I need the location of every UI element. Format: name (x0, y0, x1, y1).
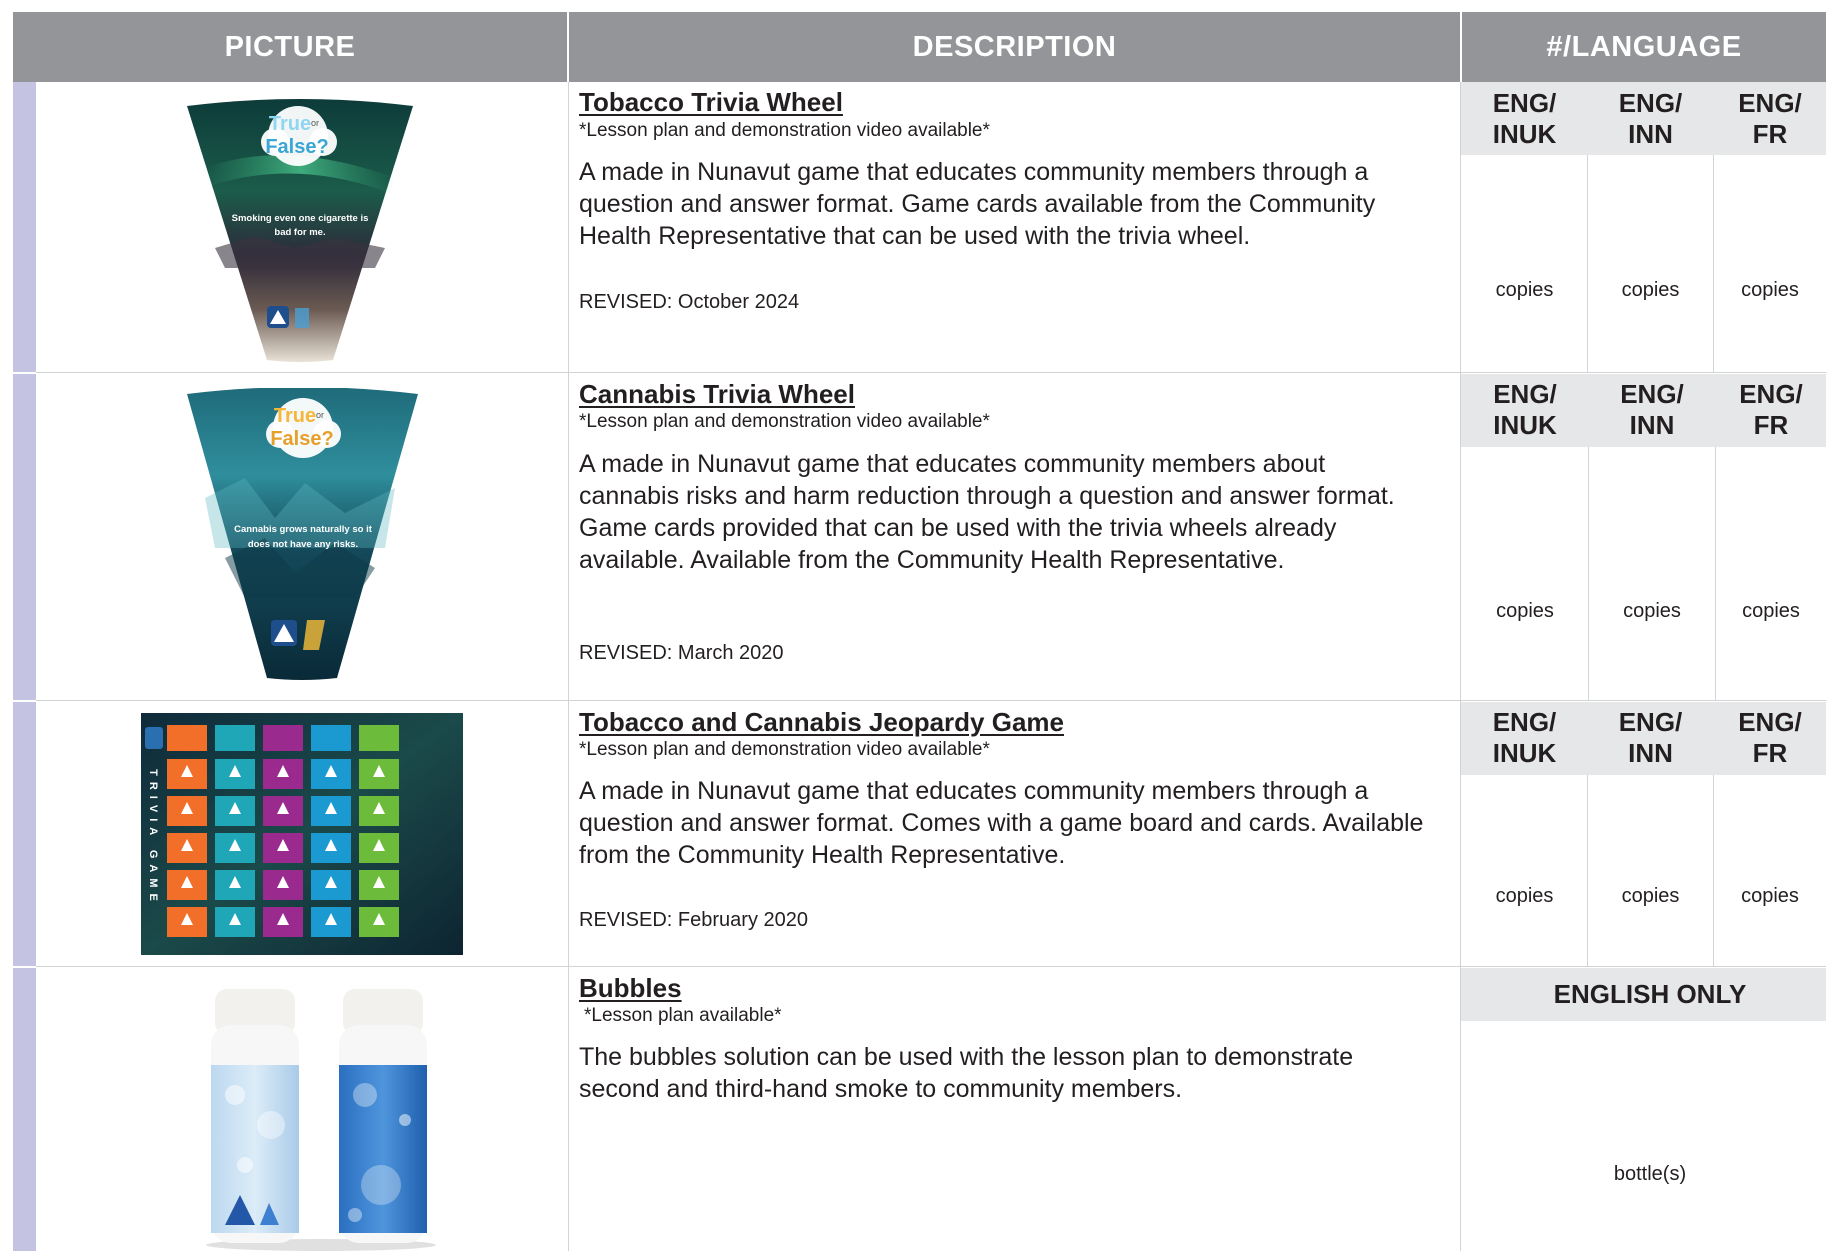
wheel-or-text: or (316, 410, 324, 420)
language-eng-fr: ENG/FR (1738, 707, 1802, 768)
row-title: Cannabis Trivia Wheel (579, 379, 855, 409)
copies-label: copies (1495, 885, 1554, 907)
header-description: DESCRIPTION (569, 12, 1460, 82)
language-eng-inuk: ENG/INUK (1493, 379, 1557, 440)
language-eng-inn: ENG/INN (1618, 88, 1683, 149)
row-title: Bubbles (579, 973, 682, 1003)
wheel-false-text: False? (270, 428, 333, 450)
language-eng-fr: ENG/FR (1739, 379, 1803, 440)
bottles-label: bottle(s) (1613, 1163, 1687, 1185)
copies-label: copies (1621, 885, 1680, 907)
copies-label: copies (1741, 885, 1799, 907)
row-description: A made in Nunavut game that educates com… (579, 450, 1395, 574)
row-divider (36, 700, 1826, 701)
cannabis-trivia-wheel-image: True or False? Cannabis grows naturally … (185, 387, 420, 682)
board-category-tile (167, 725, 207, 751)
language-eng-fr: ENG/FR (1738, 88, 1802, 149)
copies-label: copies (1741, 279, 1799, 301)
row-revised: REVISED: February 2020 (579, 909, 808, 931)
row-note: *Lesson plan and demonstration video ava… (579, 411, 990, 432)
row-description: A made in Nunavut game that educates com… (579, 777, 1424, 869)
board-side-text: TRIVIA GAME (147, 769, 159, 907)
row-divider (36, 372, 1826, 373)
bubbles-bottles-image (205, 985, 437, 1251)
copies-label: copies (1495, 279, 1554, 301)
header-language: #/LANGUAGE (1462, 12, 1826, 82)
jeopardy-board-image: TRIVIA GAME (141, 713, 463, 955)
copies-label: copies (1496, 600, 1554, 622)
language-eng-inn: ENG/INN (1618, 707, 1683, 768)
copies-label: copies (1623, 600, 1681, 622)
row-title: Tobacco and Cannabis Jeopardy Game (579, 707, 1064, 737)
copies-label: copies (1621, 279, 1680, 301)
language-eng-inuk: ENG/INUK (1492, 707, 1557, 768)
row-revised: REVISED: March 2020 (579, 642, 784, 664)
row-strip (13, 702, 36, 966)
row-divider (36, 966, 1826, 967)
row-note: *Lesson plan and demonstration video ava… (579, 739, 990, 760)
language-eng-inn: ENG/INN (1620, 379, 1684, 440)
wheel-true-text: True (269, 113, 311, 135)
row-note: *Lesson plan available* (584, 1005, 782, 1026)
row-revised: REVISED: October 2024 (579, 291, 800, 313)
board-category-tile (359, 725, 399, 751)
wheel-true-text: True (274, 405, 316, 427)
language-eng-inuk: ENG/INUK (1492, 88, 1557, 149)
language-english-only: ENGLISH ONLY (1553, 979, 1747, 1009)
row-strip (13, 968, 36, 1251)
row-strip (13, 374, 36, 700)
row-description: A made in Nunavut game that educates com… (579, 158, 1376, 250)
wheel-caption: Smoking even one cigarette is bad for me… (231, 213, 369, 238)
column-divider (568, 82, 569, 1251)
copies-label: copies (1742, 600, 1800, 622)
row-note: *Lesson plan and demonstration video ava… (579, 120, 990, 141)
row-strip (13, 82, 36, 372)
tobacco-trivia-wheel-image: True or False? Smoking even one cigarett… (185, 98, 415, 366)
row-description: The bubbles solution can be used with th… (579, 1043, 1354, 1103)
wheel-or-text: or (311, 118, 319, 128)
row-title: Tobacco Trivia Wheel (579, 87, 843, 117)
board-category-tile (263, 725, 303, 751)
wheel-false-text: False? (265, 136, 328, 158)
header-picture: PICTURE (13, 12, 567, 82)
board-category-tile (311, 725, 351, 751)
column-divider (1460, 82, 1461, 1251)
wheel-caption: Cannabis grows naturally so it does not … (234, 524, 372, 550)
board-category-tile (215, 725, 255, 751)
